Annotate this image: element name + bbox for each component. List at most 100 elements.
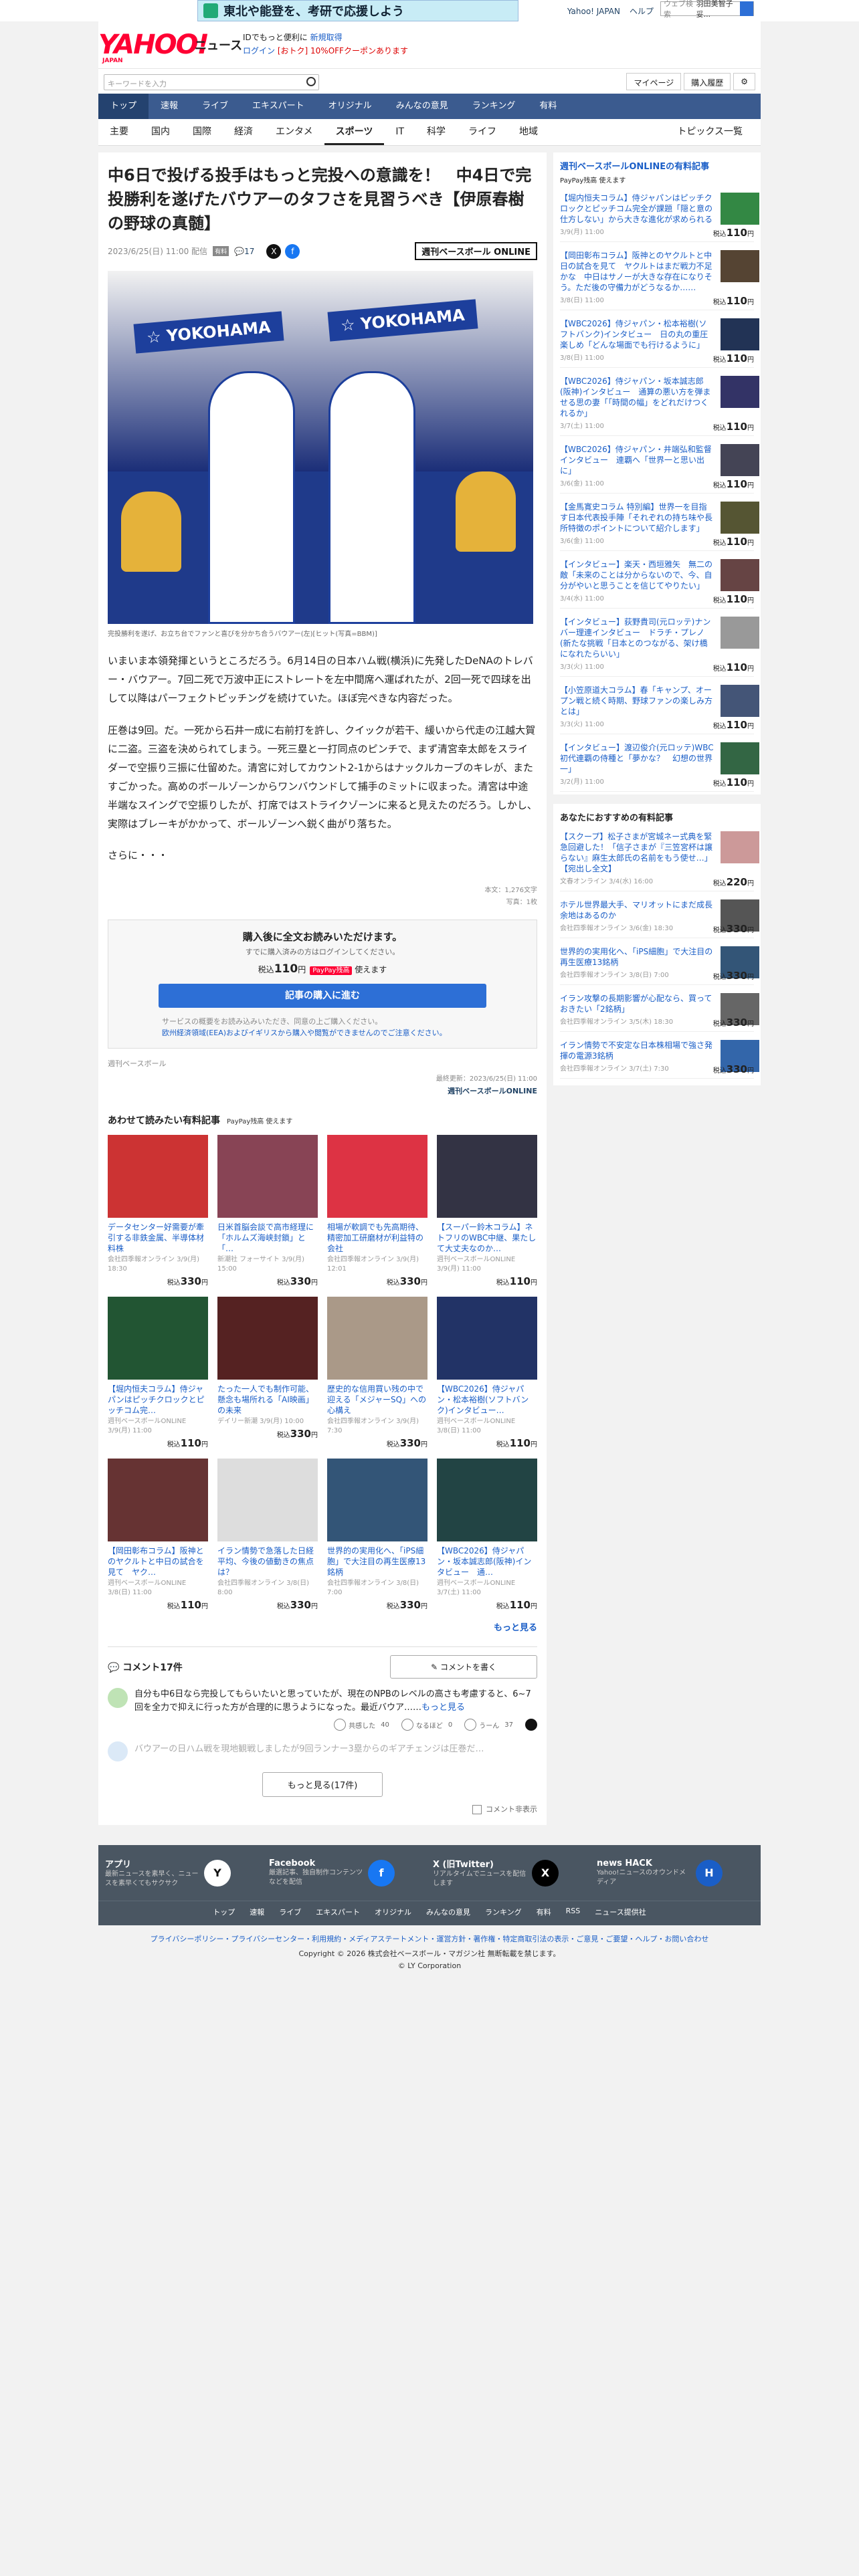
footer-facebook-card[interactable]: Facebook 厳選記事、独自制作コンテンツなどを配信 f	[269, 1857, 426, 1889]
footer-link[interactable]: トップ	[213, 1907, 235, 1917]
x-share-icon[interactable]: X	[266, 243, 282, 259]
related-card[interactable]: 【岡田彰布コラム】阪神とのヤクルトと中日の試合を見て ヤク… 週刊ベースボールON…	[108, 1459, 208, 1611]
yahoo-logo[interactable]: YAHOO!	[98, 29, 209, 60]
topics-list-link[interactable]: トピックス一覧	[666, 119, 754, 144]
tab-domestic[interactable]: 国内	[140, 119, 181, 145]
footer-x-card[interactable]: X (旧Twitter) リアルタイムでニュースを配信します X	[433, 1857, 590, 1889]
related-card[interactable]: 相場が軟調でも先高期待、精密加工研磨材が利益特の会社 会社四季報オンライン 3/9…	[327, 1135, 427, 1287]
sidebar-item[interactable]: 【WBC2026】侍ジャパン・松本裕樹(ソフトバンク)インタビュー 日の丸の重圧…	[560, 310, 759, 368]
tab-entertainment[interactable]: エンタメ	[264, 119, 324, 145]
x-share-icon[interactable]	[525, 1719, 537, 1731]
more-comments-button[interactable]: もっと見る(17件)	[262, 1772, 383, 1797]
service-note[interactable]: サービスの概要をお読み込みいただき、同意の上ご購入ください。	[162, 1016, 523, 1027]
related-card[interactable]: データセンター好需要が牽引する非鉄金属、半導体材料株 会社四季報オンライン 3/9…	[108, 1135, 208, 1287]
checkbox[interactable]	[472, 1805, 482, 1814]
sidebar-title[interactable]: 週刊ベースボールONLINEの有料記事	[560, 159, 754, 172]
footer-link[interactable]: ライブ	[279, 1907, 301, 1917]
footer-link[interactable]: みんなの意見	[426, 1907, 470, 1917]
sidebar-item[interactable]: 【インタビュー】楽天・西垣雅矢 無二の敵「未来のことは分からないので、今、自分が…	[560, 551, 759, 609]
sidebar-item[interactable]: 【小笠原道大コラム】春「キャンプ、オープン戦と続く時期、野球ファンの楽しみ方とは…	[560, 677, 759, 734]
publisher-name: 週刊ベースボール	[108, 1059, 167, 1068]
sidebar-item[interactable]: 【インタビュー】渡辺俊介(元ロッテ)WBC初代連覇の侍種と「夢かな？ 幻想の世界…	[560, 734, 759, 792]
empathy-button[interactable]: 共感した 40	[334, 1719, 389, 1731]
related-card[interactable]: 【WBC2026】侍ジャパン・松本裕樹(ソフトバンク)インタビュー… 週刊ベースボ…	[437, 1297, 537, 1449]
news-label[interactable]: ニュース	[195, 36, 242, 53]
related-card[interactable]: 歴史的な信用買い残の中で迎える「メジャーSQ」への心構え 会社四季報オンライン 3…	[327, 1297, 427, 1449]
coupon-link[interactable]: [おトク] 10%OFFクーポンあります	[278, 46, 408, 56]
comment-count[interactable]: 💬17	[234, 247, 254, 256]
comment-more-link[interactable]: もっと見る	[421, 1703, 465, 1713]
news-search-input[interactable]: キーワードを入力	[104, 74, 319, 90]
related-card[interactable]: 【WBC2026】侍ジャパン・坂本誠志郎(阪神)インタビュー 通… 週刊ベースボー…	[437, 1459, 537, 1611]
sidebar-item[interactable]: 【WBC2026】侍ジャパン・坂本誠志郎(阪神)インタビュー 通算の悪い方を弾ま…	[560, 368, 759, 436]
sidebar-item[interactable]: 【岡田彰布コラム】阪神とのヤクルトと中日の試合を見て ヤクルトはまだ戦力不足かな…	[560, 242, 759, 310]
sidebar-item[interactable]: 【堀内恒夫コラム】侍ジャパンはピッチクロックとピッチコム完全が課題「隠と意の仕方…	[560, 185, 759, 242]
footer-link[interactable]: RSS	[566, 1907, 581, 1917]
related-card[interactable]: 【スーパー鈴木コラム】ネトフリのWBC中継、果たして大丈夫なのか… 週刊ベースボー…	[437, 1135, 537, 1287]
sidebar-item[interactable]: 【インタビュー】荻野貴司(元ロッテ)ナンバー理連インタビュー ドラチ・プレノ(新…	[560, 609, 759, 677]
tab-region[interactable]: 地域	[508, 119, 549, 145]
publisher-link[interactable]: 週刊ベースボールONLINE	[108, 1085, 537, 1096]
recommend-item[interactable]: 【スクープ】松子さまが宮城ネー式典を緊急回避した！「信子さまが『三笠宮杯は譲らな…	[560, 823, 759, 891]
nav-ranking[interactable]: ランキング	[460, 94, 528, 119]
related-title: あわせて読みたい有料記事	[108, 1115, 220, 1126]
tab-it[interactable]: IT	[384, 119, 415, 145]
web-search-button[interactable]	[740, 1, 753, 16]
footer-link[interactable]: 有料	[537, 1907, 551, 1917]
recommend-item[interactable]: 世界的の実用化へ、「iPS細胞」で大注目の再生医療13銘柄 会社四季報オンライン …	[560, 938, 759, 985]
sidebar-item[interactable]: 【金馬寛史コラム 特別編】世界一を目指す日本代表投手陣「それぞれの持ち味や長所特…	[560, 494, 759, 551]
related-card[interactable]: 【堀内恒夫コラム】侍ジャパンはピッチクロックとピッチコム完… 週刊ベースボールON…	[108, 1297, 208, 1449]
hmm-button[interactable]: うーん 37	[464, 1719, 513, 1731]
tab-international[interactable]: 国際	[181, 119, 223, 145]
tab-sports[interactable]: スポーツ	[324, 119, 385, 145]
yahoo-japan-link[interactable]: Yahoo! JAPAN	[567, 7, 620, 16]
tab-science[interactable]: 科学	[415, 119, 457, 145]
write-comment-button[interactable]: ✎ コメントを書く	[390, 1655, 537, 1679]
paywall-login-note[interactable]: すでに購入済みの方はログインしてください。	[122, 946, 523, 957]
eea-note[interactable]: 欧州経済領域(EEA)およびイギリスから購入や閲覧ができませんのでご注意ください…	[162, 1027, 523, 1039]
nav-original[interactable]: オリジナル	[316, 94, 384, 119]
footer-newshack-card[interactable]: news HACK Yahoo!ニュースのオウンドメディア H	[597, 1857, 754, 1889]
publisher-logo[interactable]: 週刊ベースボール ONLINE	[415, 242, 537, 260]
sidebar-item[interactable]: 【WBC2026】侍ジャパン・井端弘和監督インタビュー 連覇へ「世界一と思い出に…	[560, 436, 759, 494]
related-card[interactable]: 世界的の実用化へ、「iPS細胞」で大注目の再生医療13銘柄 会社四季報オンライン …	[327, 1459, 427, 1611]
nav-live[interactable]: ライブ	[190, 94, 240, 119]
related-more-link[interactable]: もっと見る	[108, 1620, 537, 1633]
facebook-share-icon[interactable]: f	[285, 243, 300, 259]
nav-opinion[interactable]: みんなの意見	[384, 94, 460, 119]
purchase-history-button[interactable]: 購入履歴	[684, 73, 731, 90]
hide-comments-toggle[interactable]: コメント非表示	[108, 1804, 537, 1814]
footer-link[interactable]: エキスパート	[316, 1907, 360, 1917]
related-card[interactable]: イラン情勢で急落した日経平均、今後の値動きの焦点は？ 会社四季報オンライン 3/8…	[217, 1459, 318, 1611]
mypage-button[interactable]: マイページ	[626, 73, 682, 90]
gear-icon[interactable]: ⚙	[733, 73, 755, 90]
insight-button[interactable]: なるほど 0	[401, 1719, 452, 1731]
web-search-input[interactable]: ウェブ検索 羽田美智子 妥...	[660, 0, 754, 19]
footer-link[interactable]: ランキング	[485, 1907, 522, 1917]
nav-breaking[interactable]: 速報	[149, 94, 190, 119]
tab-life[interactable]: ライフ	[457, 119, 508, 145]
signup-link[interactable]: 新規取得	[310, 33, 343, 42]
help-link[interactable]: ヘルプ	[630, 7, 654, 16]
card-meta: 新潮社 フォーサイト 3/9(月) 15:00	[217, 1256, 305, 1273]
nav-paid[interactable]: 有料	[527, 94, 569, 119]
related-card[interactable]: たった一人でも制作可能、懸念も場所れる「AI映画」の未来 デイリー新潮 3/9(月…	[217, 1297, 318, 1449]
recommend-item[interactable]: イラン攻撃の長期影響が心配なら、買っておきたい「2銘柄」 会社四季報オンライン 3…	[560, 985, 759, 1032]
login-link[interactable]: ログイン	[243, 46, 275, 56]
recommend-item[interactable]: イラン情勢で不安定な日本株相場で強さ発揮の電源3銘柄 会社四季報オンライン 3/7…	[560, 1032, 759, 1079]
footer-link[interactable]: オリジナル	[375, 1907, 411, 1917]
nav-expert[interactable]: エキスパート	[240, 94, 316, 119]
related-card[interactable]: 日米首脳会談で高市経理に「ホルムズ海峡封鎖」と「… 新潮社 フォーサイト 3/9(…	[217, 1135, 318, 1287]
tab-economy[interactable]: 経済	[223, 119, 264, 145]
nav-top[interactable]: トップ	[98, 94, 149, 119]
footer-policy-links[interactable]: プライバシーポリシー・プライバシーセンター・利用規約・メディアステートメント・運…	[98, 1933, 761, 1944]
footer-link[interactable]: ニュース提供社	[595, 1907, 646, 1917]
promo-banner[interactable]: 東北や能登を、考研で応援しよう	[197, 0, 518, 21]
footer-app-card[interactable]: アプリ 最新ニュースを素早く、ニュースを素早くてもサクサク Y	[105, 1857, 262, 1889]
article-photo[interactable]: ☆ YOKOHAMA ☆ YOKOHAMA	[108, 271, 533, 624]
search-icon[interactable]	[306, 77, 316, 86]
purchase-button[interactable]: 記事の購入に進む	[159, 984, 486, 1008]
recommend-item[interactable]: ホテル世界最大手、マリオットにまだ成長余地はあるのか 会社四季報オンライン 3/6…	[560, 891, 759, 938]
tab-main[interactable]: 主要	[98, 119, 140, 145]
footer-link[interactable]: 速報	[250, 1907, 264, 1917]
